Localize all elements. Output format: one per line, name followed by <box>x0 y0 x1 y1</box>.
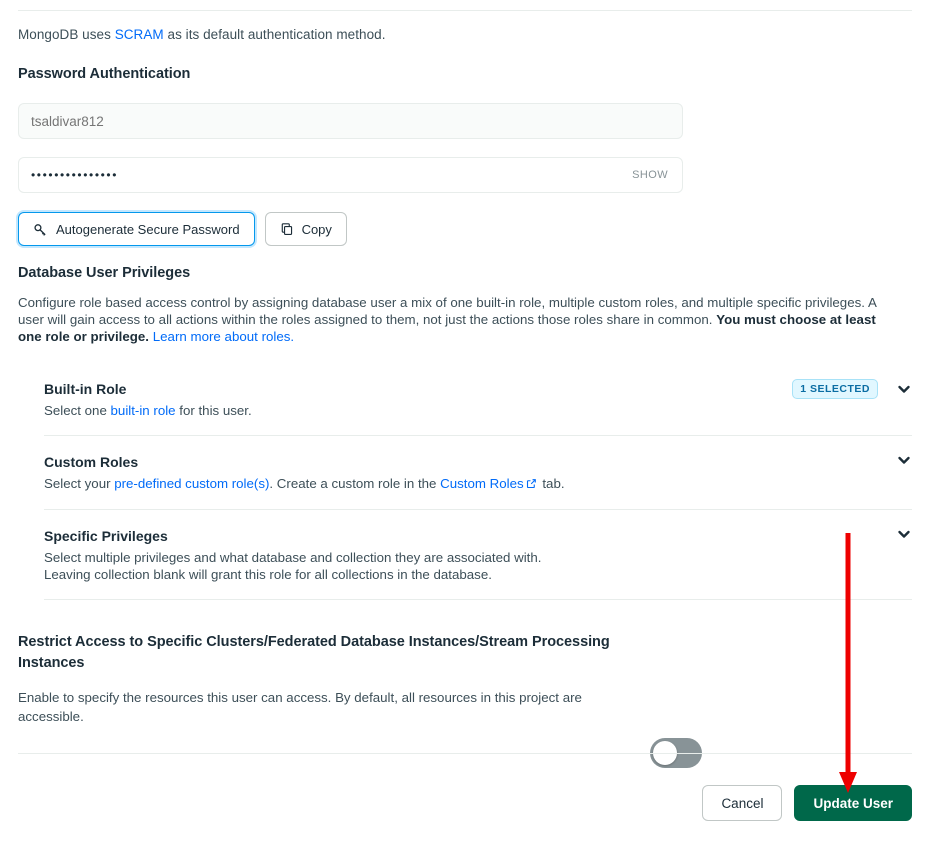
custom-roles-title: Custom Roles <box>44 454 139 470</box>
database-user-privileges-description: Configure role based access control by a… <box>18 294 902 345</box>
external-link-icon <box>526 476 537 493</box>
custom-roles-sub-mid: . Create a custom role in the <box>269 476 441 491</box>
edit-database-user-panel: MongoDB uses SCRAM as its default authen… <box>0 0 930 853</box>
scram-intro-text: MongoDB uses SCRAM as its default authen… <box>18 27 386 42</box>
custom-roles-tab-link[interactable]: Custom Roles <box>440 476 524 491</box>
custom-roles-sub-after: tab. <box>538 476 565 491</box>
autogenerate-password-button[interactable]: Autogenerate Secure Password <box>18 212 255 246</box>
scram-intro-after: as its default authentication method. <box>163 27 386 42</box>
chevron-down-icon[interactable] <box>896 381 912 397</box>
built-in-role-subtitle: Select one built-in role for this user. <box>44 402 912 419</box>
password-field-wrapper[interactable]: ••••••••••••••• SHOW <box>18 157 683 193</box>
built-in-role-sub-after: for this user. <box>175 403 252 418</box>
built-in-role-controls: 1 SELECTED <box>792 379 912 399</box>
top-divider <box>18 10 912 11</box>
built-in-role-title: Built-in Role <box>44 381 127 397</box>
password-authentication-heading: Password Authentication <box>18 66 191 82</box>
restrict-access-section: Restrict Access to Specific Clusters/Fed… <box>18 632 912 768</box>
custom-roles-subtitle: Select your pre-defined custom role(s). … <box>44 475 912 493</box>
scram-intro-before: MongoDB uses <box>18 27 115 42</box>
footer-divider <box>18 753 912 754</box>
autogenerate-password-label: Autogenerate Secure Password <box>56 221 240 237</box>
role-accordion-list: Built-in Role Select one built-in role f… <box>0 363 930 600</box>
copy-password-label: Copy <box>301 221 332 237</box>
accordion-specific-privileges[interactable]: Specific Privileges Select multiple priv… <box>0 510 930 599</box>
password-input[interactable]: ••••••••••••••• <box>19 168 624 182</box>
learn-more-about-roles-link[interactable]: Learn more about roles. <box>153 329 294 344</box>
role-divider-3 <box>44 599 912 600</box>
show-password-button[interactable]: SHOW <box>624 169 682 181</box>
copy-password-button[interactable]: Copy <box>264 212 347 246</box>
footer-actions: Cancel Update User <box>702 785 912 821</box>
specific-privileges-subtitle-line1: Select multiple privileges and what data… <box>44 550 542 565</box>
custom-roles-controls <box>896 452 912 468</box>
password-actions: Autogenerate Secure Password Copy <box>18 212 347 246</box>
pre-defined-custom-roles-link[interactable]: pre-defined custom role(s) <box>114 476 269 491</box>
restrict-access-heading: Restrict Access to Specific Clusters/Fed… <box>18 634 610 671</box>
built-in-role-link[interactable]: built-in role <box>111 403 176 418</box>
update-user-button[interactable]: Update User <box>794 785 912 821</box>
chevron-down-icon[interactable] <box>896 526 912 542</box>
chevron-down-icon[interactable] <box>896 452 912 468</box>
cancel-button[interactable]: Cancel <box>702 785 783 821</box>
username-input[interactable] <box>18 103 683 139</box>
restrict-access-body: Enable to specify the resources this use… <box>18 688 912 768</box>
copy-icon <box>280 222 294 236</box>
accordion-custom-roles[interactable]: Custom Roles Select your pre-defined cus… <box>0 436 930 509</box>
built-in-role-selected-badge: 1 SELECTED <box>792 379 878 399</box>
specific-privileges-controls <box>896 526 912 542</box>
key-icon <box>33 222 48 237</box>
custom-roles-sub-before: Select your <box>44 476 115 491</box>
built-in-role-sub-before: Select one <box>44 403 111 418</box>
accordion-built-in-role[interactable]: Built-in Role Select one built-in role f… <box>0 363 930 435</box>
restrict-access-description: Enable to specify the resources this use… <box>18 690 582 724</box>
database-user-privileges-heading: Database User Privileges <box>18 265 191 281</box>
specific-privileges-subtitle-line2: Leaving collection blank will grant this… <box>44 567 492 582</box>
specific-privileges-title: Specific Privileges <box>44 528 168 544</box>
scram-link[interactable]: SCRAM <box>115 27 164 42</box>
